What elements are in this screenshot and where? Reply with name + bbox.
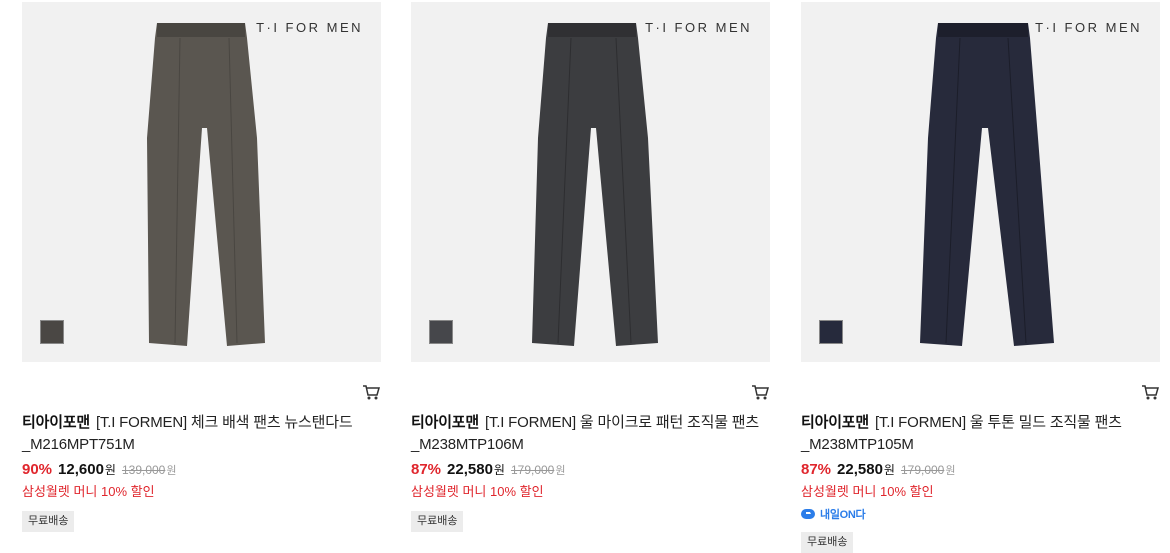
- discount-rate: 87%: [411, 461, 442, 478]
- product-image[interactable]: T·I FOR MEN: [411, 2, 770, 362]
- currency: 원: [883, 463, 895, 477]
- original-price: 179,000: [900, 463, 945, 477]
- original-currency: 원: [555, 465, 566, 477]
- product-name: [T.I FORMEN] 울 투톤 밀드 조직물 팬츠: [875, 414, 1122, 431]
- pants-image: [532, 23, 658, 346]
- free-shipping-tag: 무료배송: [411, 511, 464, 532]
- currency: 원: [104, 463, 116, 477]
- product-card[interactable]: T·I FOR MEN 티아이포맨 [T.I FORMEN] 체크 배색 팬츠 뉴…: [22, 0, 382, 545]
- brand-name: 티아이포맨: [411, 414, 480, 431]
- product-name: [T.I FORMEN] 체크 배색 팬츠 뉴스탠다드: [96, 414, 353, 431]
- color-swatch[interactable]: [40, 320, 64, 344]
- price-row: 90% 12,600원 139,000원: [22, 461, 176, 481]
- brand-name: 티아이포맨: [801, 414, 870, 431]
- delivery-truck-icon: [801, 509, 815, 519]
- product-name: [T.I FORMEN] 울 마이크로 패턴 조직물 팬츠: [485, 414, 759, 431]
- next-day-delivery-badge: 내일ON다: [801, 506, 866, 522]
- sale-price: 22,580: [837, 461, 883, 478]
- delivery-badge-label: 내일ON다: [820, 509, 866, 521]
- product-card[interactable]: T·I FOR MEN 티아이포맨 [T.I FORMEN] 울 마이크로 패턴 …: [411, 0, 771, 545]
- product-title[interactable]: 티아이포맨 [T.I FORMEN] 울 마이크로 패턴 조직물 팬츠 _M238…: [411, 412, 771, 456]
- cart-icon[interactable]: [362, 384, 380, 400]
- original-currency: 원: [945, 465, 956, 477]
- sale-price: 12,600: [58, 461, 104, 478]
- price-row: 87% 22,580원 179,000원: [801, 461, 955, 481]
- promo-text: 삼성월렛 머니 10% 할인: [411, 484, 544, 499]
- product-image[interactable]: T·I FOR MEN: [22, 2, 381, 362]
- sale-price: 22,580: [447, 461, 493, 478]
- original-price: 179,000: [510, 463, 555, 477]
- discount-rate: 87%: [801, 461, 832, 478]
- promo-text: 삼성월렛 머니 10% 할인: [801, 484, 934, 499]
- product-code: _M238MTP105M: [801, 436, 914, 453]
- currency: 원: [493, 463, 505, 477]
- pants-image: [920, 23, 1054, 346]
- product-title[interactable]: 티아이포맨 [T.I FORMEN] 체크 배색 팬츠 뉴스탠다드 _M216MP…: [22, 412, 382, 456]
- product-code: _M238MTP106M: [411, 436, 524, 453]
- free-shipping-tag: 무료배송: [801, 532, 854, 553]
- cart-icon[interactable]: [751, 384, 769, 400]
- original-price: 139,000: [121, 463, 166, 477]
- brand-name: 티아이포맨: [22, 414, 91, 431]
- promo-text: 삼성월렛 머니 10% 할인: [22, 484, 155, 499]
- product-image[interactable]: T·I FOR MEN: [801, 2, 1160, 362]
- original-currency: 원: [166, 465, 177, 477]
- price-row: 87% 22,580원 179,000원: [411, 461, 565, 481]
- product-card[interactable]: T·I FOR MEN 티아이포맨 [T.I FORMEN] 울 투톤 밀드 조직…: [801, 0, 1161, 553]
- color-swatch[interactable]: [819, 320, 843, 344]
- discount-rate: 90%: [22, 461, 53, 478]
- pants-image: [147, 23, 265, 346]
- product-title[interactable]: 티아이포맨 [T.I FORMEN] 울 투톤 밀드 조직물 팬츠 _M238MT…: [801, 412, 1161, 456]
- product-code: _M216MPT751M: [22, 436, 135, 453]
- free-shipping-tag: 무료배송: [22, 511, 75, 532]
- cart-icon[interactable]: [1141, 384, 1159, 400]
- color-swatch[interactable]: [429, 320, 453, 344]
